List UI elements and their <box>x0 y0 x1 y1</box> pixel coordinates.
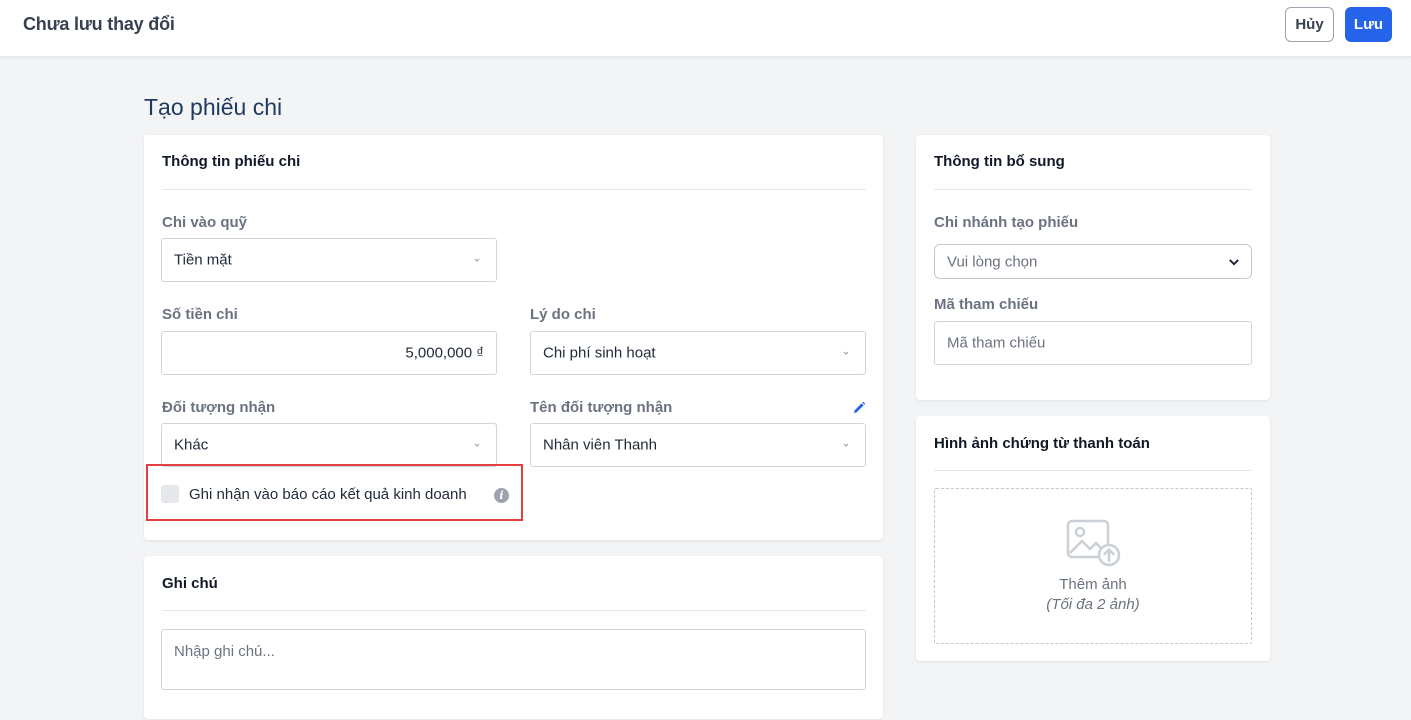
add-image-label: Thêm ảnh <box>1059 576 1127 593</box>
branch-select[interactable]: Vui lòng chọn <box>934 244 1252 279</box>
reason-label: Lý do chi <box>530 306 596 323</box>
top-bar: Chưa lưu thay đổi Hủy Lưu <box>0 0 1411 57</box>
chevron-down-icon <box>474 258 480 262</box>
recipient-name-value: Nhân viên Thanh <box>543 436 657 454</box>
reference-input[interactable]: Mã tham chiếu <box>934 321 1252 365</box>
amount-value: 5,000,000 ₫ <box>405 344 484 362</box>
fund-label: Chi vào quỹ <box>162 214 248 231</box>
chevron-down-icon <box>1229 258 1239 265</box>
additional-info-card-title: Thông tin bổ sung <box>934 153 1065 170</box>
recipient-type-select[interactable]: Khác <box>161 423 497 467</box>
reference-placeholder: Mã tham chiếu <box>947 334 1046 352</box>
notes-card-title: Ghi chú <box>162 575 218 592</box>
notes-placeholder: Nhập ghi chú... <box>174 643 275 660</box>
fund-select-value: Tiền mặt <box>174 251 232 269</box>
image-upload-icon <box>1066 519 1121 567</box>
pencil-icon[interactable] <box>851 400 867 416</box>
record-business-report-label[interactable]: Ghi nhận vào báo cáo kết quả kinh doanh <box>189 486 467 503</box>
reason-select-value: Chi phí sinh hoạt <box>543 344 656 362</box>
fund-select[interactable]: Tiền mặt <box>161 238 497 282</box>
info-icon[interactable]: i <box>494 488 509 503</box>
notes-textarea[interactable]: Nhập ghi chú... <box>161 629 866 690</box>
recipient-name-label: Tên đối tượng nhận <box>530 399 673 416</box>
branch-label: Chi nhánh tạo phiếu <box>934 214 1079 231</box>
card-divider <box>934 189 1252 190</box>
reason-select[interactable]: Chi phí sinh hoạt <box>530 331 866 375</box>
branch-placeholder: Vui lòng chọn <box>947 253 1038 270</box>
payment-info-card-title: Thông tin phiếu chi <box>162 153 301 170</box>
recipient-name-select[interactable]: Nhân viên Thanh <box>530 423 866 467</box>
recipient-type-label: Đối tượng nhận <box>162 399 276 416</box>
recipient-type-value: Khác <box>174 436 209 454</box>
chevron-down-icon <box>474 443 480 447</box>
amount-label: Số tiền chi <box>162 306 238 323</box>
save-button[interactable]: Lưu <box>1345 7 1392 42</box>
card-divider <box>934 470 1252 471</box>
amount-input[interactable]: 5,000,000 ₫ <box>161 331 497 375</box>
card-divider <box>162 189 866 190</box>
chevron-down-icon <box>843 351 849 355</box>
reference-label: Mã tham chiếu <box>934 296 1039 313</box>
image-limit-note: (Tối đa 2 ảnh) <box>1046 596 1140 613</box>
payment-image-card-title: Hình ảnh chứng từ thanh toán <box>934 435 1150 452</box>
page-title: Tạo phiếu chi <box>144 94 283 120</box>
chevron-down-icon <box>843 443 849 447</box>
card-divider <box>162 610 866 611</box>
cancel-button[interactable]: Hủy <box>1285 7 1334 42</box>
unsaved-changes-title: Chưa lưu thay đổi <box>23 14 175 34</box>
record-business-report-checkbox[interactable] <box>161 485 179 503</box>
